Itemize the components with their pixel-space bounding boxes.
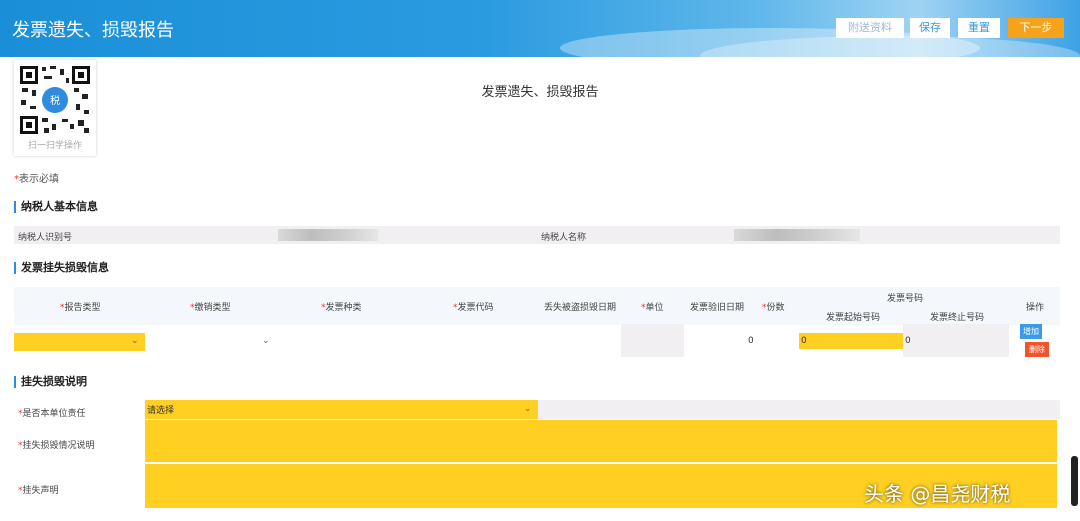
unit-field[interactable] <box>621 324 684 357</box>
th-invoice-number: 发票号码 <box>887 294 924 304</box>
required-note-text: 表示必填 <box>19 174 59 185</box>
page-title: 发票遗失、损毁报告 <box>12 20 174 41</box>
qr-code-card: 税 扫一扫学操作 <box>14 60 96 156</box>
copies-value[interactable]: 0 <box>748 336 754 346</box>
taxpayer-id-label: 纳税人识别号 <box>18 233 73 243</box>
taxpayer-info-row <box>14 226 1060 244</box>
th-operation: 操作 <box>1026 303 1045 313</box>
th-end-number: 发票终止号码 <box>930 313 985 323</box>
section-description: 挂失损毁说明 <box>14 376 87 388</box>
save-button[interactable]: 保存 <box>910 18 950 38</box>
responsibility-value: 请选择 <box>147 406 175 416</box>
scrollbar[interactable] <box>1071 456 1078 506</box>
th-cancel-type: *缴销类型 <box>190 303 231 313</box>
taxpayer-name-value <box>734 229 860 241</box>
end-number-input[interactable] <box>903 324 1009 357</box>
chevron-down-icon: ⌄ <box>131 336 139 346</box>
taxpayer-name-label: 纳税人名称 <box>541 233 587 243</box>
th-invoice-code: *发票代码 <box>453 303 494 313</box>
chevron-down-icon: ⌄ <box>524 404 532 414</box>
section-taxpayer-info: 纳税人基本信息 <box>14 201 98 213</box>
situation-textarea[interactable] <box>145 420 1057 462</box>
qr-code-icon: 税 <box>18 64 92 136</box>
add-row-button[interactable]: 增加 <box>1020 324 1042 339</box>
section-invoice-info: 发票挂失损毁信息 <box>14 262 109 274</box>
attach-documents-button[interactable]: 附送资料 <box>836 18 904 38</box>
responsibility-label: *是否本单位责任 <box>18 409 86 419</box>
start-number-value: 0 <box>801 336 807 346</box>
required-note: *表示必填 <box>14 170 59 185</box>
qr-caption: 扫一扫学操作 <box>27 141 82 151</box>
th-start-number: 发票起始号码 <box>826 313 881 323</box>
statement-label: *挂失声明 <box>18 486 59 496</box>
responsibility-extra-field <box>538 400 1060 419</box>
th-lost-date: 丢失被盗损毁日期 <box>544 303 617 313</box>
th-unit: *单位 <box>641 303 664 313</box>
reset-button[interactable]: 重置 <box>958 18 1000 38</box>
end-number-value: 0 <box>905 336 911 346</box>
delete-row-button[interactable]: 删除 <box>1025 342 1049 357</box>
th-issue-date: 发票验旧日期 <box>690 303 745 313</box>
th-invoice-kind: *发票种类 <box>321 303 362 313</box>
taxpayer-id-value <box>278 229 378 241</box>
responsibility-select[interactable] <box>145 400 538 419</box>
chevron-down-icon[interactable]: ⌄ <box>262 336 270 346</box>
th-copies: *份数 <box>762 303 785 313</box>
top-header-bar: 发票遗失、损毁报告 附送资料 保存 重置 下一步 <box>0 0 1080 57</box>
report-type-select[interactable] <box>14 333 145 351</box>
next-step-button[interactable]: 下一步 <box>1008 18 1064 38</box>
th-report-type: *报告类型 <box>60 303 101 313</box>
watermark: 头条 @昌尧财税 <box>864 482 1011 506</box>
document-title: 发票遗失、损毁报告 <box>481 85 599 100</box>
start-number-input[interactable] <box>799 333 903 349</box>
situation-label: *挂失损毁情况说明 <box>18 441 95 451</box>
